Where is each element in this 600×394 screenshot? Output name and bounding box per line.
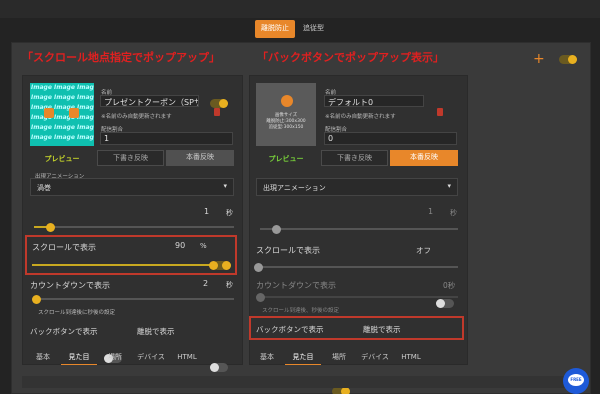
right-name-input[interactable]: デフォルト0 (324, 95, 424, 107)
right-exit-label: 離脱で表示 (363, 325, 401, 334)
left-pct-unit: % (200, 242, 207, 250)
left-ratio-input[interactable]: 1 (100, 132, 233, 145)
chat-icon: FREE (568, 374, 584, 386)
left-draft-button[interactable]: 下書き反映 (97, 150, 164, 166)
left-exit-label: 離脱で表示 (137, 327, 175, 336)
slider-thumb[interactable] (256, 292, 265, 302)
left-countdown-value: 2 (203, 279, 209, 288)
left-name-note: ※名前のみ自動更新されます (101, 114, 172, 120)
left-anim-seconds: 1 (204, 207, 210, 216)
right-preview-button[interactable]: プレビュー (256, 154, 316, 164)
left-countdown-unit: 秒 (226, 281, 233, 289)
left-preview-button[interactable]: プレビュー (30, 154, 94, 164)
right-tab-appearance[interactable]: 見た目 (285, 350, 321, 365)
chat-support-button[interactable]: FREE (563, 368, 589, 394)
slider-thumb[interactable] (209, 260, 218, 270)
image-icon (44, 108, 54, 118)
right-back-label: バックボタンで表示 (256, 325, 324, 334)
left-tab-basic[interactable]: 基本 (25, 350, 61, 365)
bottom-strip (22, 376, 582, 388)
left-active-toggle[interactable] (210, 99, 228, 108)
top-tabs: 離脱防止 追従型 (255, 20, 330, 38)
left-countdown-note: スクロール到達後に秒後の設定 (38, 310, 116, 316)
right-anim-seconds: 1 (428, 207, 434, 216)
right-draft-button[interactable]: 下書き反映 (321, 150, 388, 166)
right-name-note: ※名前のみ自動更新されます (325, 114, 396, 120)
right-tab-location[interactable]: 場所 (321, 350, 357, 365)
slider-thumb[interactable] (272, 224, 281, 234)
left-name-input[interactable]: プレゼントクーポン（SPサ (100, 95, 199, 107)
left-tab-html[interactable]: HTML (169, 350, 205, 365)
left-countdown-label: カウントダウンで表示 (30, 281, 110, 290)
left-scroll-value: 90 (175, 241, 186, 250)
left-anim-slider[interactable] (34, 222, 234, 232)
right-anim-slider[interactable] (260, 224, 458, 234)
right-back-toggle[interactable] (332, 387, 350, 394)
left-tab-appearance[interactable]: 見た目 (61, 350, 97, 365)
chevron-down-icon: ▾ (447, 182, 451, 190)
right-anim-select[interactable]: 出現アニメーション ▾ (256, 178, 458, 196)
left-scroll-slider[interactable] (32, 260, 218, 270)
right-tab-basic[interactable]: 基本 (249, 350, 285, 365)
link-icon (69, 108, 79, 118)
slider-thumb[interactable] (46, 222, 55, 232)
top-bar (0, 0, 600, 18)
right-scroll-slider[interactable] (254, 262, 458, 272)
right-bottom-tabs: 基本 見た目 場所 デバイス HTML (249, 350, 429, 365)
left-back-label: バックボタンで表示 (30, 327, 98, 336)
left-countdown-slider[interactable] (32, 294, 234, 304)
global-toggle[interactable] (559, 55, 577, 64)
image-text: Image (31, 84, 52, 91)
left-anim-value: 渦巻 (37, 184, 51, 192)
right-tab-html[interactable]: HTML (393, 350, 429, 365)
left-trash-icon[interactable] (214, 108, 220, 116)
left-sec-unit: 秒 (226, 209, 233, 217)
image-placeholder-icon (281, 95, 293, 107)
tab-exit-prevention[interactable]: 離脱防止 (255, 20, 295, 38)
left-publish-button[interactable]: 本番反映 (166, 150, 234, 166)
right-scroll-toggle[interactable] (436, 299, 454, 308)
left-bottom-tabs: 基本 見た目 場所 デバイス HTML (25, 350, 205, 365)
right-anim-value: 出現アニメーション (263, 184, 326, 192)
add-icon[interactable]: + (533, 51, 545, 67)
slider-thumb[interactable] (32, 294, 41, 304)
right-scroll-label: スクロールで表示 (256, 246, 320, 255)
right-sec-unit: 秒 (450, 209, 457, 217)
left-popup-image[interactable]: Image Image Image Image Image Image Imag… (30, 83, 94, 146)
left-scroll-label: スクロールで表示 (32, 243, 96, 252)
right-countdown-value: 0秒 (443, 281, 456, 290)
right-scroll-value: オフ (416, 246, 431, 255)
right-ratio-input[interactable]: 0 (324, 132, 457, 145)
tab-follow[interactable]: 追従型 (297, 20, 330, 38)
left-annotation-title: 「スクロール地点指定でポップアップ」 (22, 51, 220, 64)
right-popup-image[interactable]: 画像サイズ 離脱防止:300x300 追従型:300x150 (256, 83, 316, 146)
left-exit-toggle[interactable] (210, 363, 228, 372)
right-countdown-label: カウントダウンで表示 (256, 281, 336, 290)
right-trash-icon[interactable] (437, 108, 443, 116)
thumb-size-follow: 追従型:300x150 (268, 125, 304, 130)
left-anim-select[interactable]: 渦巻 ▾ (30, 178, 234, 196)
right-publish-button[interactable]: 本番反映 (390, 150, 458, 166)
right-countdown-note: スクロール到達後、秒後の設定 (262, 308, 340, 314)
right-countdown-slider[interactable] (256, 292, 458, 302)
right-annotation-title: 「バックボタンでポップアップ表示」 (257, 51, 444, 64)
left-scroll-highlight (25, 235, 237, 275)
chevron-down-icon: ▾ (223, 182, 227, 190)
left-tab-device[interactable]: デバイス (133, 350, 169, 365)
right-tab-device[interactable]: デバイス (357, 350, 393, 365)
slider-thumb[interactable] (254, 262, 263, 272)
left-tab-location[interactable]: 場所 (97, 350, 133, 365)
